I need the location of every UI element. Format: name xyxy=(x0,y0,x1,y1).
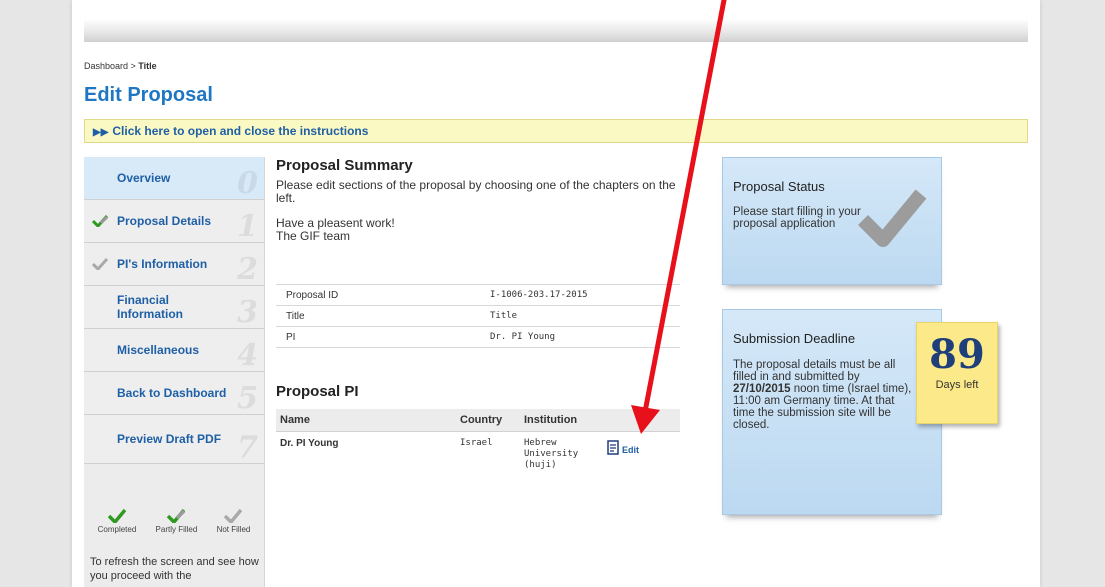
instructions-toggle-label: Click here to open and close the instruc… xyxy=(112,124,369,138)
breadcrumb-current: Title xyxy=(138,61,157,71)
sidebar-item-overview[interactable]: Overview 0 xyxy=(84,157,264,201)
legend-not-filled: Not Filled xyxy=(216,509,251,534)
breadcrumb-dashboard-link[interactable]: Dashboard xyxy=(84,61,128,71)
main-content: Proposal Summary Please edit sections of… xyxy=(276,157,686,470)
document-edit-icon xyxy=(607,440,619,455)
sidebar-item-number: 2 xyxy=(237,252,258,287)
legend-partly-filled: Partly Filled xyxy=(155,509,198,534)
submission-deadline-text: The proposal details must be all filled … xyxy=(733,359,913,431)
sidebar-item-label: Proposal Details xyxy=(117,214,212,228)
header-bar xyxy=(84,0,1028,42)
proposal-pi-title: Proposal PI xyxy=(276,383,359,400)
legend-not-filled-label: Not Filled xyxy=(216,525,251,534)
info-label: Proposal ID xyxy=(276,284,480,306)
submission-deadline-panel: Submission Deadline The proposal details… xyxy=(722,309,998,515)
sidebar-item-label: Preview Draft PDF xyxy=(117,432,222,446)
partial-check-icon xyxy=(92,215,108,227)
days-left-label: Days left xyxy=(935,379,979,391)
partial-check-icon xyxy=(167,509,186,523)
breadcrumb-separator: > xyxy=(128,61,139,71)
status-legend: Completed Partly Filled Not Filled xyxy=(84,509,264,534)
pi-country: Israel xyxy=(460,438,493,448)
double-arrow-icon: ▶▶ xyxy=(93,127,109,138)
legend-completed: Completed xyxy=(97,509,137,534)
breadcrumb: Dashboard > Title xyxy=(84,61,157,71)
column-header-institution: Institution xyxy=(520,409,602,432)
proposal-info-table: Proposal ID I-1006-203.17-2015 Title Tit… xyxy=(276,284,680,348)
instructions-toggle[interactable]: ▶▶ Click here to open and close the instr… xyxy=(84,119,1028,143)
table-row: Proposal ID I-1006-203.17-2015 xyxy=(276,284,680,306)
sidebar-item-number: 0 xyxy=(237,166,258,201)
days-left-count: 89 xyxy=(929,331,985,378)
proposal-status-title: Proposal Status xyxy=(733,179,825,194)
pi-table-header: Name Country Institution xyxy=(276,409,680,432)
sidebar-item-number: 7 xyxy=(237,430,258,465)
sidebar-item-label: Back to Dashboard xyxy=(117,386,227,400)
green-check-icon xyxy=(107,509,126,523)
proposal-status-panel: Proposal Status Please start filling in … xyxy=(722,157,942,285)
sidebar-item-miscellaneous[interactable]: Miscellaneous 4 xyxy=(84,329,264,373)
info-value: Dr. PI Young xyxy=(480,326,680,348)
pi-name: Dr. PI Young xyxy=(280,438,339,449)
pi-actions: Edit xyxy=(602,432,680,478)
summary-greeting-2: The GIF team xyxy=(276,229,351,243)
sidebar-item-number: 1 xyxy=(237,209,258,244)
submission-deadline-title: Submission Deadline xyxy=(733,331,856,346)
sidebar-item-proposal-details[interactable]: Proposal Details 1 xyxy=(84,200,264,244)
sidebar: Overview 0 Proposal Details 1 PI's Infor… xyxy=(84,157,265,587)
table-row: Title Title xyxy=(276,305,680,327)
sidebar-item-financial-information[interactable]: Financial Information 3 xyxy=(84,286,264,330)
deadline-text-before: The proposal details must be all filled … xyxy=(733,359,896,383)
edit-pi-button[interactable]: Edit xyxy=(606,440,639,455)
sidebar-item-number: 5 xyxy=(237,381,258,416)
sidebar-item-pi-information[interactable]: PI's Information 2 xyxy=(84,243,264,287)
info-value: I-1006-203.17-2015 xyxy=(480,284,680,306)
sidebar-item-label: Overview xyxy=(117,171,171,185)
gray-check-icon xyxy=(224,509,243,523)
legend-partly-filled-label: Partly Filled xyxy=(155,525,198,534)
info-label: Title xyxy=(276,305,480,327)
sidebar-item-preview-draft-pdf[interactable]: Preview Draft PDF 7 xyxy=(84,415,264,465)
column-header-name: Name xyxy=(276,409,456,432)
days-left-note: 89 Days left xyxy=(916,322,998,424)
info-value: Title xyxy=(480,305,680,327)
sidebar-item-label: Financial Information xyxy=(117,293,183,321)
deadline-date: 27/10/2015 xyxy=(733,383,791,395)
refresh-hint: To refresh the screen and see how you pr… xyxy=(90,556,259,582)
sidebar-item-label: Miscellaneous xyxy=(117,343,200,357)
proposal-summary-title: Proposal Summary xyxy=(276,157,413,174)
sidebar-item-number: 4 xyxy=(237,338,258,373)
pi-table: Name Country Institution Dr. PI Young Is… xyxy=(276,409,680,477)
pi-institution: Hebrew University (huji) xyxy=(524,438,579,470)
summary-text: Please edit sections of the proposal by … xyxy=(276,179,686,243)
gray-check-icon xyxy=(92,258,108,270)
legend-completed-label: Completed xyxy=(97,525,137,534)
column-header-actions xyxy=(602,409,680,432)
summary-intro: Please edit sections of the proposal by … xyxy=(276,178,676,205)
table-row: PI Dr. PI Young xyxy=(276,326,680,348)
gray-check-icon xyxy=(858,189,927,247)
info-label: PI xyxy=(276,326,480,348)
edit-pi-label: Edit xyxy=(622,445,639,455)
sidebar-item-back-to-dashboard[interactable]: Back to Dashboard 5 xyxy=(84,372,264,416)
sidebar-item-label: PI's Information xyxy=(117,257,208,271)
sidebar-item-number: 3 xyxy=(237,295,258,330)
table-row: Dr. PI Young Israel Hebrew University (h… xyxy=(276,432,680,478)
column-header-country: Country xyxy=(456,409,520,432)
page-title: Edit Proposal xyxy=(84,84,213,106)
